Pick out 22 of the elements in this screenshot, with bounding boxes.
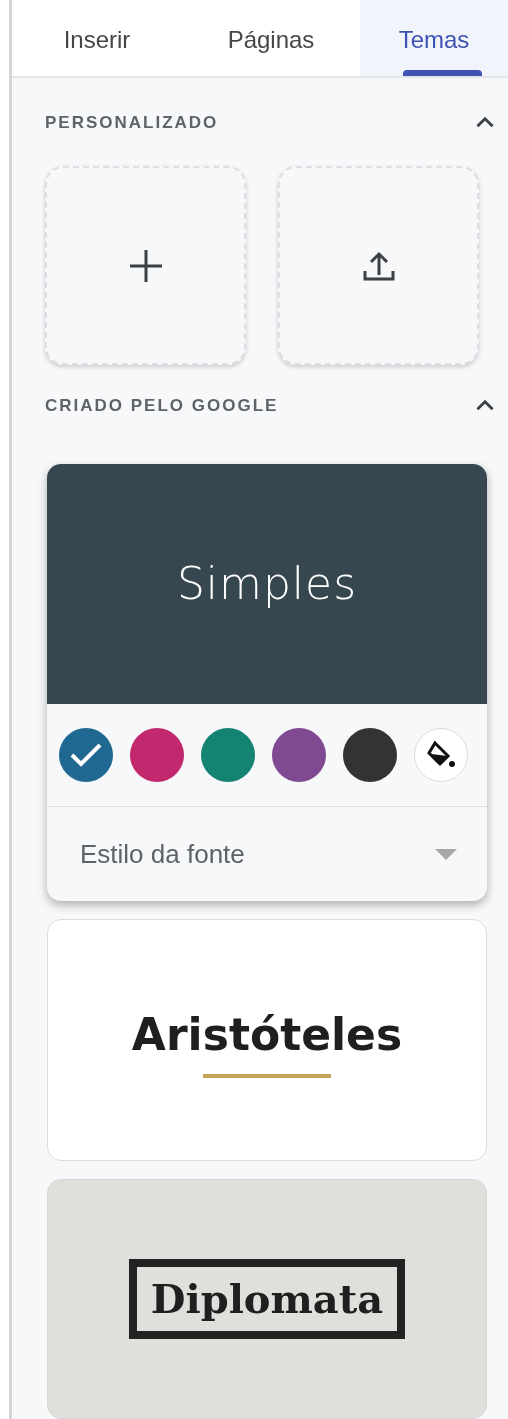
paint-bucket-icon [426, 740, 456, 770]
theme-card[interactable]: Simples Estilo da fonte [47, 464, 487, 901]
color-swatch[interactable] [343, 728, 397, 782]
plus-icon [128, 248, 163, 283]
tab[interactable]: Temas [360, 0, 508, 76]
color-swatch[interactable] [201, 728, 255, 782]
theme-name: Simples [176, 557, 358, 611]
theme-name: Diplomata [128, 1259, 406, 1339]
color-swatch[interactable] [59, 728, 113, 782]
theme-card[interactable]: Diplomata [47, 1179, 487, 1419]
color-swatch[interactable] [130, 728, 184, 782]
font-style-dropdown[interactable]: Estilo da fonte [47, 807, 487, 901]
custom-color-button[interactable] [414, 728, 468, 782]
color-swatch[interactable] [272, 728, 326, 782]
section-title: PERSONALIZADO [45, 112, 219, 135]
dropdown-arrow-icon [435, 848, 457, 860]
check-icon [69, 742, 103, 768]
theme-card[interactable]: Aristóteles [47, 919, 487, 1161]
theme-name: Aristóteles [131, 1008, 403, 1062]
tab[interactable]: Inserir [12, 0, 182, 76]
section-title: CRIADO PELO GOOGLE [45, 395, 279, 418]
tab[interactable]: Páginas [182, 0, 360, 76]
